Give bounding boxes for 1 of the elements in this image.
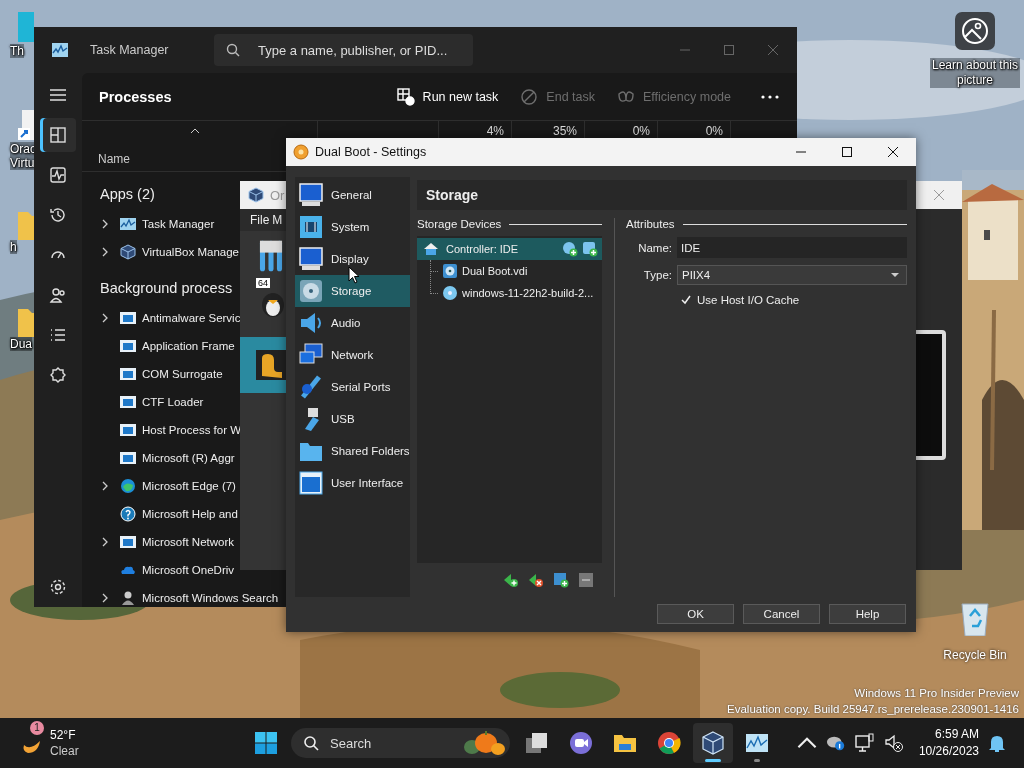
notification-badge: 1 <box>30 721 44 735</box>
